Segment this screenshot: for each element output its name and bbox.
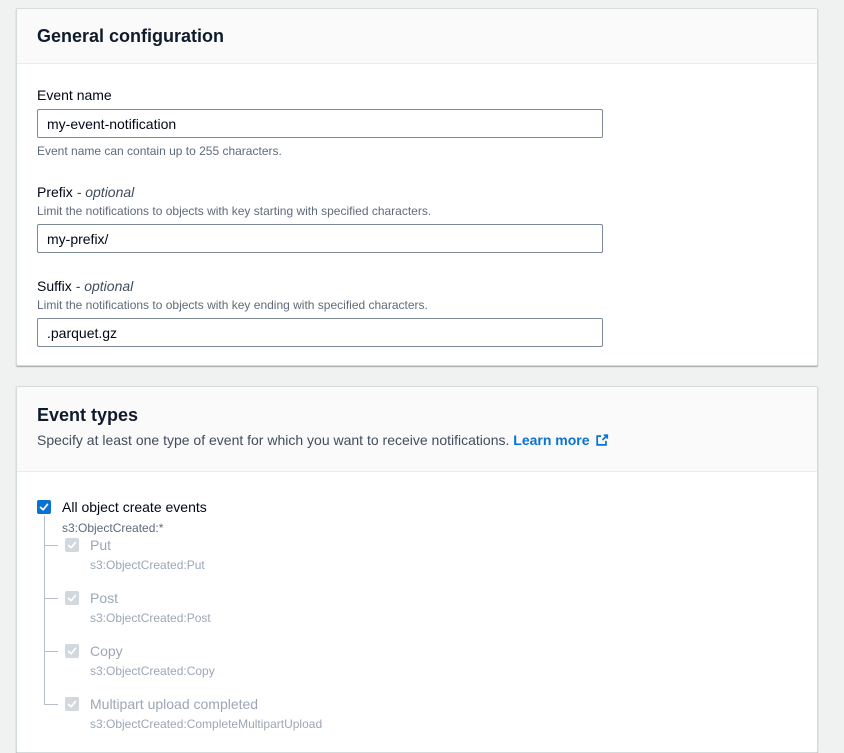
all-object-create-events-row: All object create events	[37, 498, 797, 516]
put-checkbox-disabled	[65, 538, 79, 552]
card-event-types: Event types Specify at least one type of…	[16, 386, 818, 753]
checkbox-checked-icon	[66, 698, 78, 710]
event-types-header: Event types Specify at least one type of…	[17, 387, 817, 472]
suffix-optional-flag: - optional	[76, 278, 134, 294]
copy-code: s3:ObjectCreated:Copy	[90, 663, 215, 679]
card-general-configuration: General configuration Event name Event n…	[16, 8, 818, 366]
multipart-code: s3:ObjectCreated:CompleteMultipartUpload	[90, 716, 322, 732]
field-suffix: Suffix - optional Limit the notification…	[37, 277, 797, 347]
all-object-create-events-code: s3:ObjectCreated:*	[62, 520, 797, 536]
all-object-create-events-checkbox[interactable]	[37, 500, 51, 514]
event-type-post-row: Post s3:ObjectCreated:Post	[65, 589, 797, 626]
suffix-input[interactable]	[37, 318, 603, 347]
post-checkbox-disabled	[65, 591, 79, 605]
event-types-tree: s3:ObjectCreated:* Put s3:ObjectCreated:…	[44, 516, 797, 732]
prefix-input[interactable]	[37, 224, 603, 253]
event-type-copy-row: Copy s3:ObjectCreated:Copy	[65, 642, 797, 679]
put-label: Put	[90, 536, 205, 554]
post-label: Post	[90, 589, 211, 607]
put-code: s3:ObjectCreated:Put	[90, 557, 205, 573]
event-types-title: Event types	[37, 404, 797, 426]
checkbox-checked-icon	[66, 539, 78, 551]
prefix-label: Prefix - optional	[37, 183, 797, 201]
all-object-create-events-label: All object create events	[62, 498, 207, 516]
external-link-icon	[595, 433, 609, 447]
checkbox-checked-icon	[66, 645, 78, 657]
general-configuration-header: General configuration	[17, 9, 817, 64]
multipart-checkbox-disabled	[65, 697, 79, 711]
copy-checkbox-disabled	[65, 644, 79, 658]
page: General configuration Event name Event n…	[0, 0, 844, 753]
learn-more-link[interactable]: Learn more	[513, 432, 608, 448]
event-name-constraint: Event name can contain up to 255 charact…	[37, 143, 797, 159]
event-type-put-row: Put s3:ObjectCreated:Put	[65, 536, 797, 573]
event-types-body: All object create events s3:ObjectCreate…	[17, 472, 817, 752]
field-prefix: Prefix - optional Limit the notification…	[37, 183, 797, 253]
multipart-label: Multipart upload completed	[90, 695, 322, 713]
event-name-label: Event name	[37, 86, 797, 104]
field-event-name: Event name Event name can contain up to …	[37, 86, 797, 159]
event-name-input[interactable]	[37, 109, 603, 138]
general-configuration-title: General configuration	[37, 25, 797, 47]
event-types-description: Specify at least one type of event for w…	[37, 430, 797, 450]
event-type-multipart-row: Multipart upload completed s3:ObjectCrea…	[65, 695, 797, 732]
suffix-label: Suffix - optional	[37, 277, 797, 295]
checkbox-checked-icon	[38, 501, 50, 513]
general-configuration-body: Event name Event name can contain up to …	[17, 64, 817, 365]
prefix-optional-flag: - optional	[77, 184, 135, 200]
suffix-description: Limit the notifications to objects with …	[37, 297, 797, 313]
post-code: s3:ObjectCreated:Post	[90, 610, 211, 626]
prefix-description: Limit the notifications to objects with …	[37, 203, 797, 219]
copy-label: Copy	[90, 642, 215, 660]
checkbox-checked-icon	[66, 592, 78, 604]
